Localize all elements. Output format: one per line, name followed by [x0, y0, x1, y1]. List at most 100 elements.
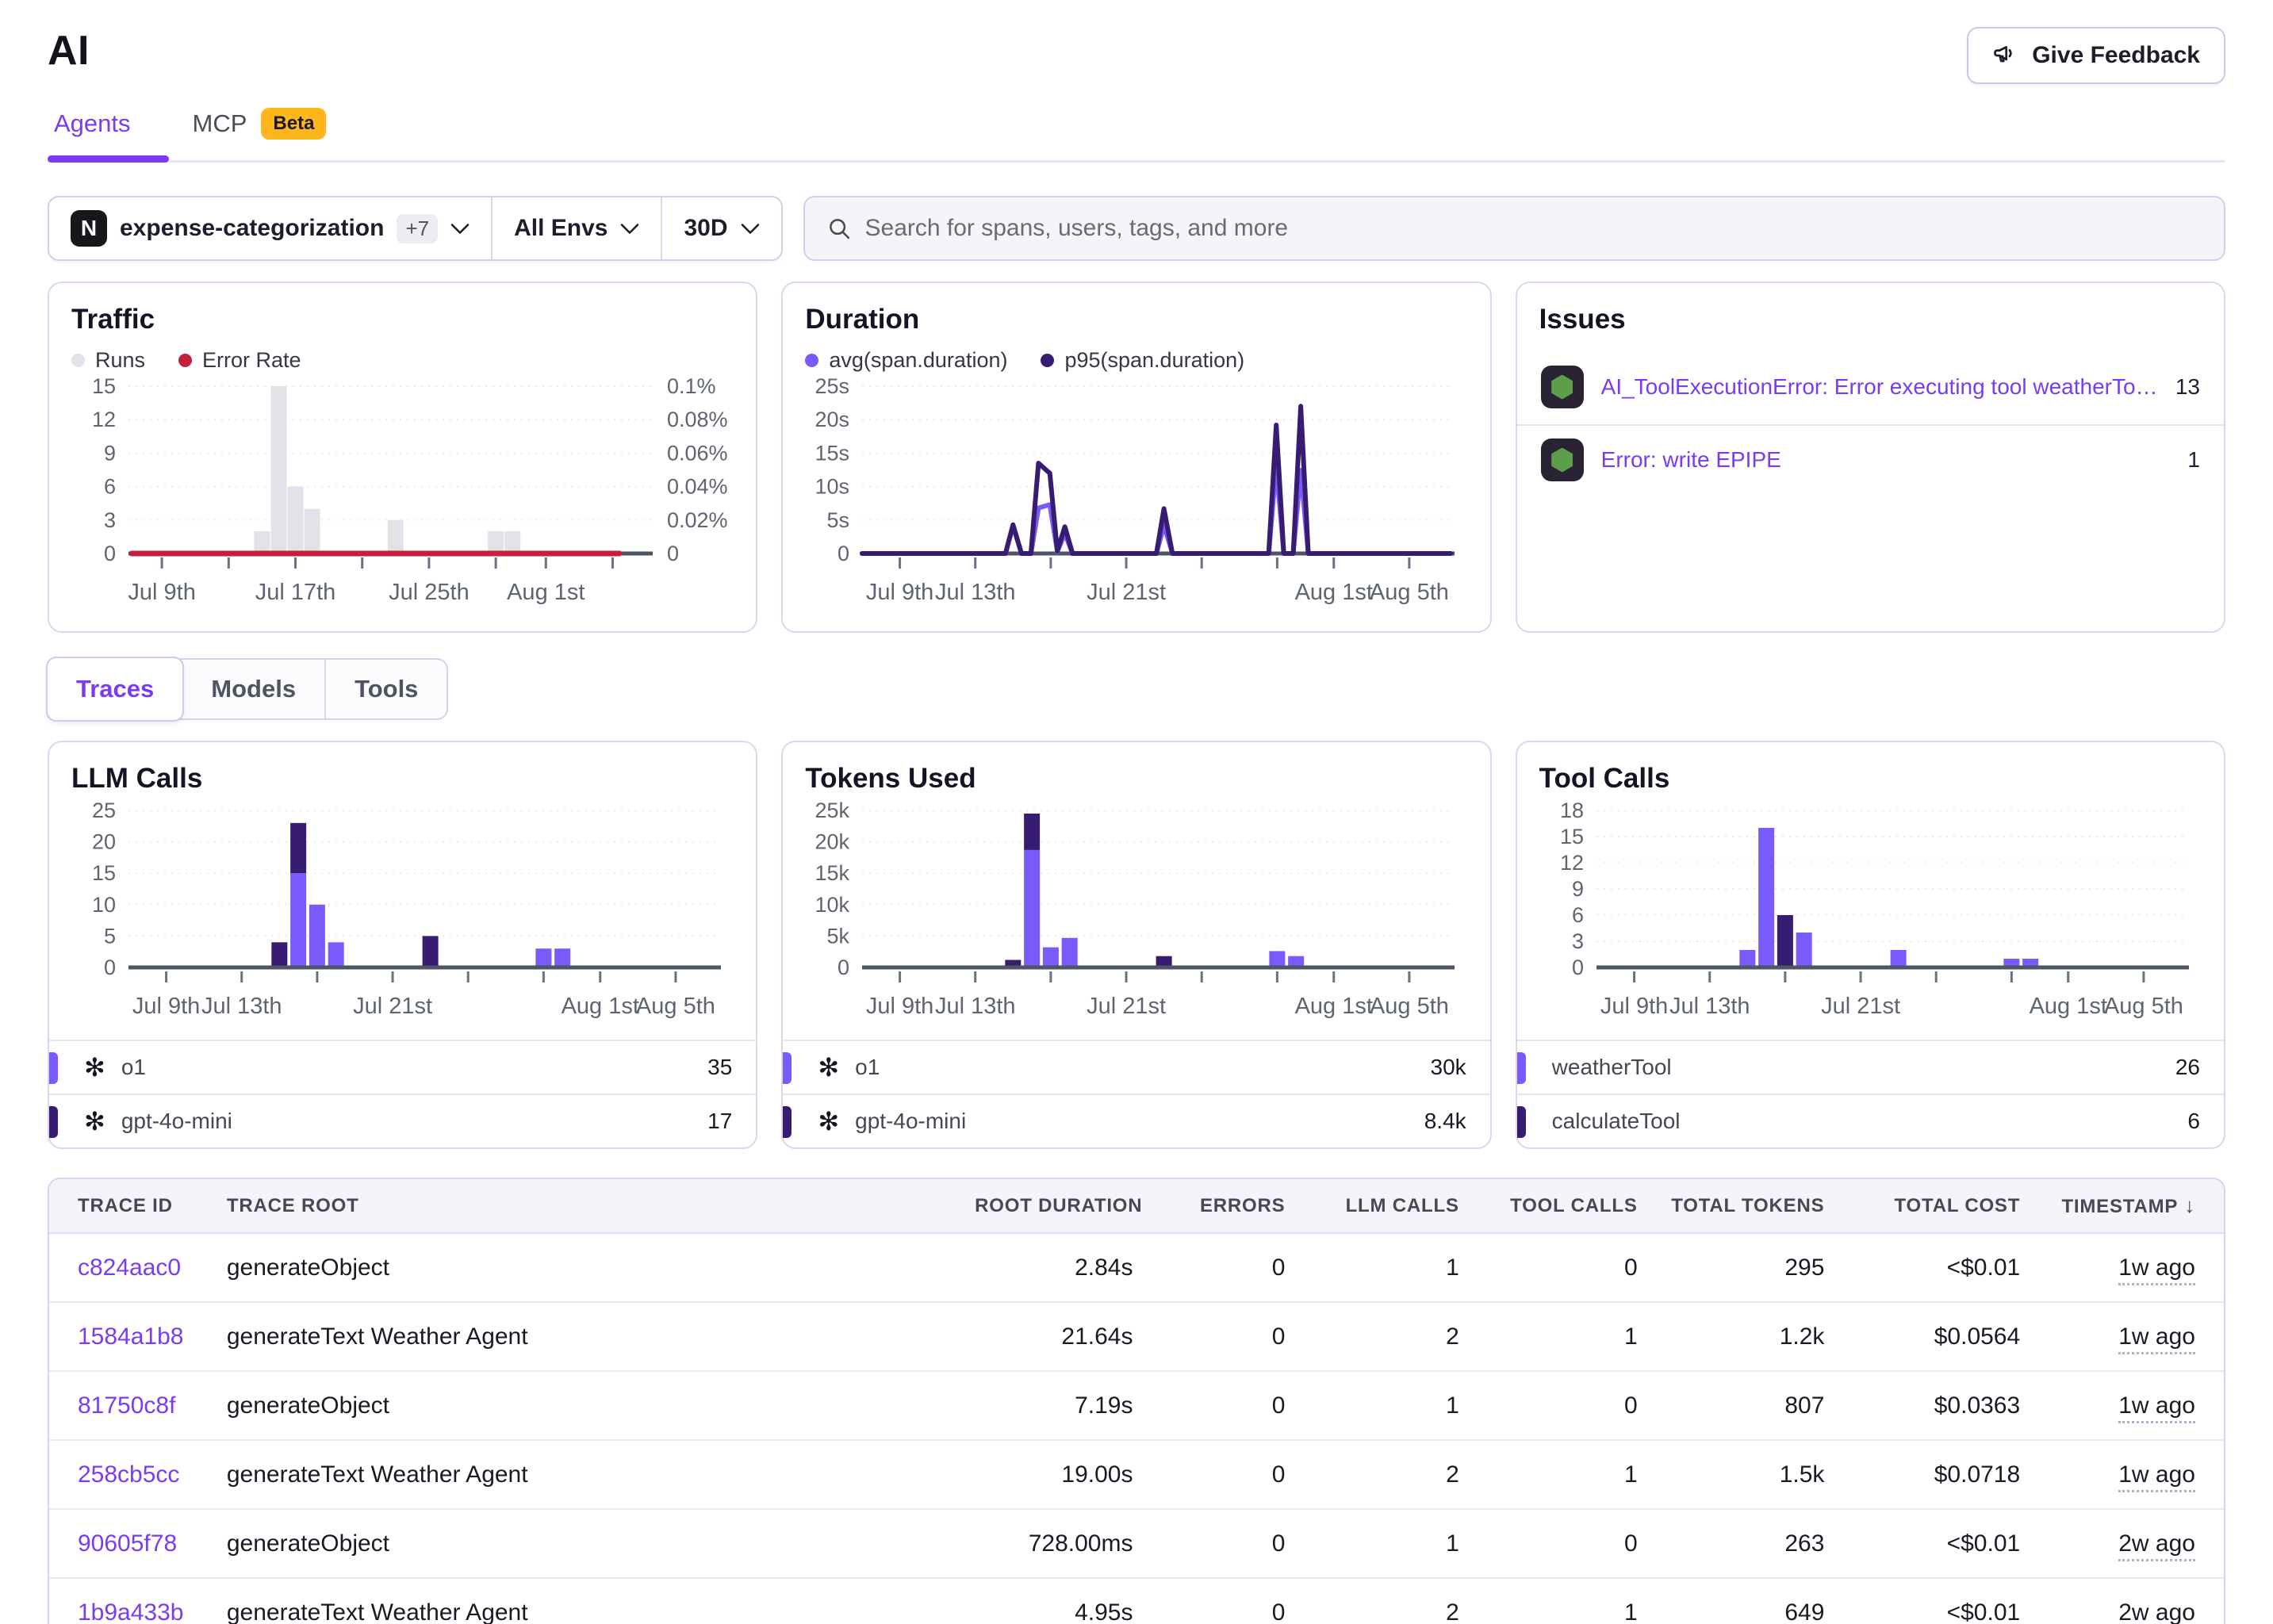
view-tab-traces[interactable]: Traces	[46, 657, 184, 722]
column-header-timestamp[interactable]: TIMESTAMP↓	[2028, 1179, 2224, 1233]
trace-row[interactable]: 1b9a433bgenerateText Weather Agent4.95s0…	[49, 1578, 2224, 1624]
give-feedback-button[interactable]: Give Feedback	[1967, 27, 2225, 84]
svg-text:25k: 25k	[815, 799, 850, 822]
column-header-llm_calls[interactable]: LLM CALLS	[1293, 1179, 1466, 1233]
trace-row[interactable]: 1584a1b8generateText Weather Agent21.64s…	[49, 1302, 2224, 1371]
svg-text:5: 5	[104, 924, 116, 948]
series-label: gpt-4o-mini	[121, 1109, 692, 1134]
tokens-used-series-list: ✻o130k✻gpt-4o-mini8.4k	[783, 1040, 1489, 1147]
column-header-errors[interactable]: ERRORS	[1140, 1179, 1293, 1233]
series-summary-row[interactable]: weatherTool26	[1517, 1040, 2224, 1094]
issue-link[interactable]: Error: write EPIPE	[1601, 447, 2171, 473]
column-header-root_duration[interactable]: ROOT DURATION	[967, 1179, 1140, 1233]
svg-text:Jul 13th: Jul 13th	[1669, 994, 1750, 1019]
svg-text:Jul 13th: Jul 13th	[935, 580, 1016, 605]
view-tab-models[interactable]: Models	[182, 660, 326, 718]
legend-item[interactable]: p95(span.duration)	[1041, 348, 1244, 373]
trace-id-link[interactable]: 81750c8f	[78, 1392, 175, 1419]
column-header-label: TIMESTAMP	[2061, 1196, 2178, 1217]
tab-mcp[interactable]: MCP Beta	[188, 102, 332, 160]
column-header-label: TRACE ROOT	[227, 1195, 359, 1216]
trace-id-cell: 258cb5cc	[49, 1440, 219, 1509]
trace-view-tabs: TracesModelsTools	[48, 658, 448, 720]
search-bar[interactable]	[803, 196, 2225, 261]
trace-id-link[interactable]: 1b9a433b	[78, 1599, 183, 1624]
view-tab-tools[interactable]: Tools	[326, 660, 447, 718]
issue-row: Error: write EPIPE1	[1517, 426, 2224, 497]
legend-item[interactable]: avg(span.duration)	[805, 348, 1007, 373]
search-input[interactable]	[865, 215, 2202, 242]
svg-text:Jul 9th: Jul 9th	[866, 580, 933, 605]
nodejs-icon	[1541, 439, 1584, 481]
svg-text:6: 6	[104, 475, 116, 499]
series-value: 26	[2175, 1055, 2200, 1080]
legend-label: p95(span.duration)	[1064, 348, 1244, 373]
svg-text:0: 0	[104, 542, 116, 565]
trace-id-link[interactable]: c824aac0	[78, 1254, 181, 1281]
trace-row[interactable]: 90605f78generateObject728.00ms010263<$0.…	[49, 1509, 2224, 1578]
column-header-trace_id[interactable]: TRACE ID	[49, 1179, 219, 1233]
timestamp-cell: 1w ago	[2028, 1371, 2224, 1440]
column-header-tool_calls[interactable]: TOOL CALLS	[1467, 1179, 1646, 1233]
svg-text:Jul 21st: Jul 21st	[353, 994, 432, 1019]
chevron-down-icon	[620, 223, 639, 235]
trace-row[interactable]: 258cb5ccgenerateText Weather Agent19.00s…	[49, 1440, 2224, 1509]
tab-agents[interactable]: Agents	[49, 102, 136, 160]
svg-text:0: 0	[838, 542, 849, 565]
environment-selector[interactable]: All Envs	[493, 197, 662, 259]
timestamp-value[interactable]: 2w ago	[2118, 1530, 2195, 1561]
series-color-bar	[49, 1052, 58, 1084]
errors-cell: 0	[1140, 1302, 1293, 1371]
svg-text:Jul 21st: Jul 21st	[1087, 580, 1166, 605]
trace-row[interactable]: c824aac0generateObject2.84s010295<$0.011…	[49, 1233, 2224, 1302]
beta-badge: Beta	[261, 108, 326, 140]
timestamp-value[interactable]: 1w ago	[2118, 1461, 2195, 1492]
svg-text:Jul 13th: Jul 13th	[935, 994, 1016, 1019]
legend-item[interactable]: Runs	[71, 348, 145, 373]
svg-text:12: 12	[92, 408, 116, 431]
series-color-bar	[783, 1052, 792, 1084]
series-summary-row[interactable]: calculateTool6	[1517, 1094, 2224, 1147]
search-icon	[827, 216, 851, 240]
tool-calls-cell: 0	[1467, 1371, 1646, 1440]
svg-text:0: 0	[1572, 956, 1584, 979]
timestamp-cell: 1w ago	[2028, 1233, 2224, 1302]
traces-table: TRACE ID TRACE ROOT ROOT DURATIONERRORSLLM…	[48, 1178, 2225, 1624]
root-duration-cell: 4.95s	[967, 1578, 1140, 1624]
svg-text:20k: 20k	[815, 830, 850, 854]
legend-dot	[178, 354, 192, 367]
column-header-total_tokens[interactable]: TOTAL TOKENS	[1646, 1179, 1833, 1233]
svg-text:Jul 21st: Jul 21st	[1087, 994, 1166, 1019]
openai-icon: ✻	[818, 1055, 839, 1080]
issue-link[interactable]: AI_ToolExecutionError: Error executing t…	[1601, 374, 2158, 400]
tool-calls-card: Tool Calls 0369121518Jul 9thJul 13thJul …	[1516, 741, 2225, 1149]
svg-text:25s: 25s	[815, 377, 850, 398]
legend-item[interactable]: Error Rate	[178, 348, 301, 373]
column-header-total_cost[interactable]: TOTAL COST	[1832, 1179, 2028, 1233]
svg-text:Jul 9th: Jul 9th	[132, 994, 200, 1019]
series-value: 35	[707, 1055, 732, 1080]
errors-cell: 0	[1140, 1233, 1293, 1302]
svg-text:5k: 5k	[827, 924, 850, 948]
project-selector[interactable]: N expense-categorization +7	[49, 197, 493, 259]
series-summary-row[interactable]: ✻gpt-4o-mini8.4k	[783, 1094, 1489, 1147]
timestamp-cell: 1w ago	[2028, 1302, 2224, 1371]
series-summary-row[interactable]: ✻o135	[49, 1040, 756, 1094]
series-summary-row[interactable]: ✻gpt-4o-mini17	[49, 1094, 756, 1147]
trace-id-link[interactable]: 1584a1b8	[78, 1323, 183, 1350]
tab-mcp-label: MCP	[193, 109, 247, 138]
date-range-selector[interactable]: 30D	[662, 197, 780, 259]
tool-calls-chart: 0369121518Jul 9thJul 13thJul 21stAug 1st…	[1539, 799, 2205, 1027]
series-summary-row[interactable]: ✻o130k	[783, 1040, 1489, 1094]
trace-id-link[interactable]: 258cb5cc	[78, 1461, 179, 1488]
duration-card-title: Duration	[805, 304, 1467, 335]
tool-calls-title: Tool Calls	[1539, 763, 2202, 795]
trace-row[interactable]: 81750c8fgenerateObject7.19s010807$0.0363…	[49, 1371, 2224, 1440]
svg-text:0.06%: 0.06%	[667, 441, 728, 465]
trace-id-link[interactable]: 90605f78	[78, 1530, 177, 1557]
timestamp-value[interactable]: 1w ago	[2118, 1254, 2195, 1285]
column-header-trace_root[interactable]: TRACE ROOT	[219, 1179, 967, 1233]
timestamp-value[interactable]: 1w ago	[2118, 1392, 2195, 1423]
timestamp-value[interactable]: 1w ago	[2118, 1323, 2195, 1354]
timestamp-value[interactable]: 2w ago	[2118, 1599, 2195, 1624]
